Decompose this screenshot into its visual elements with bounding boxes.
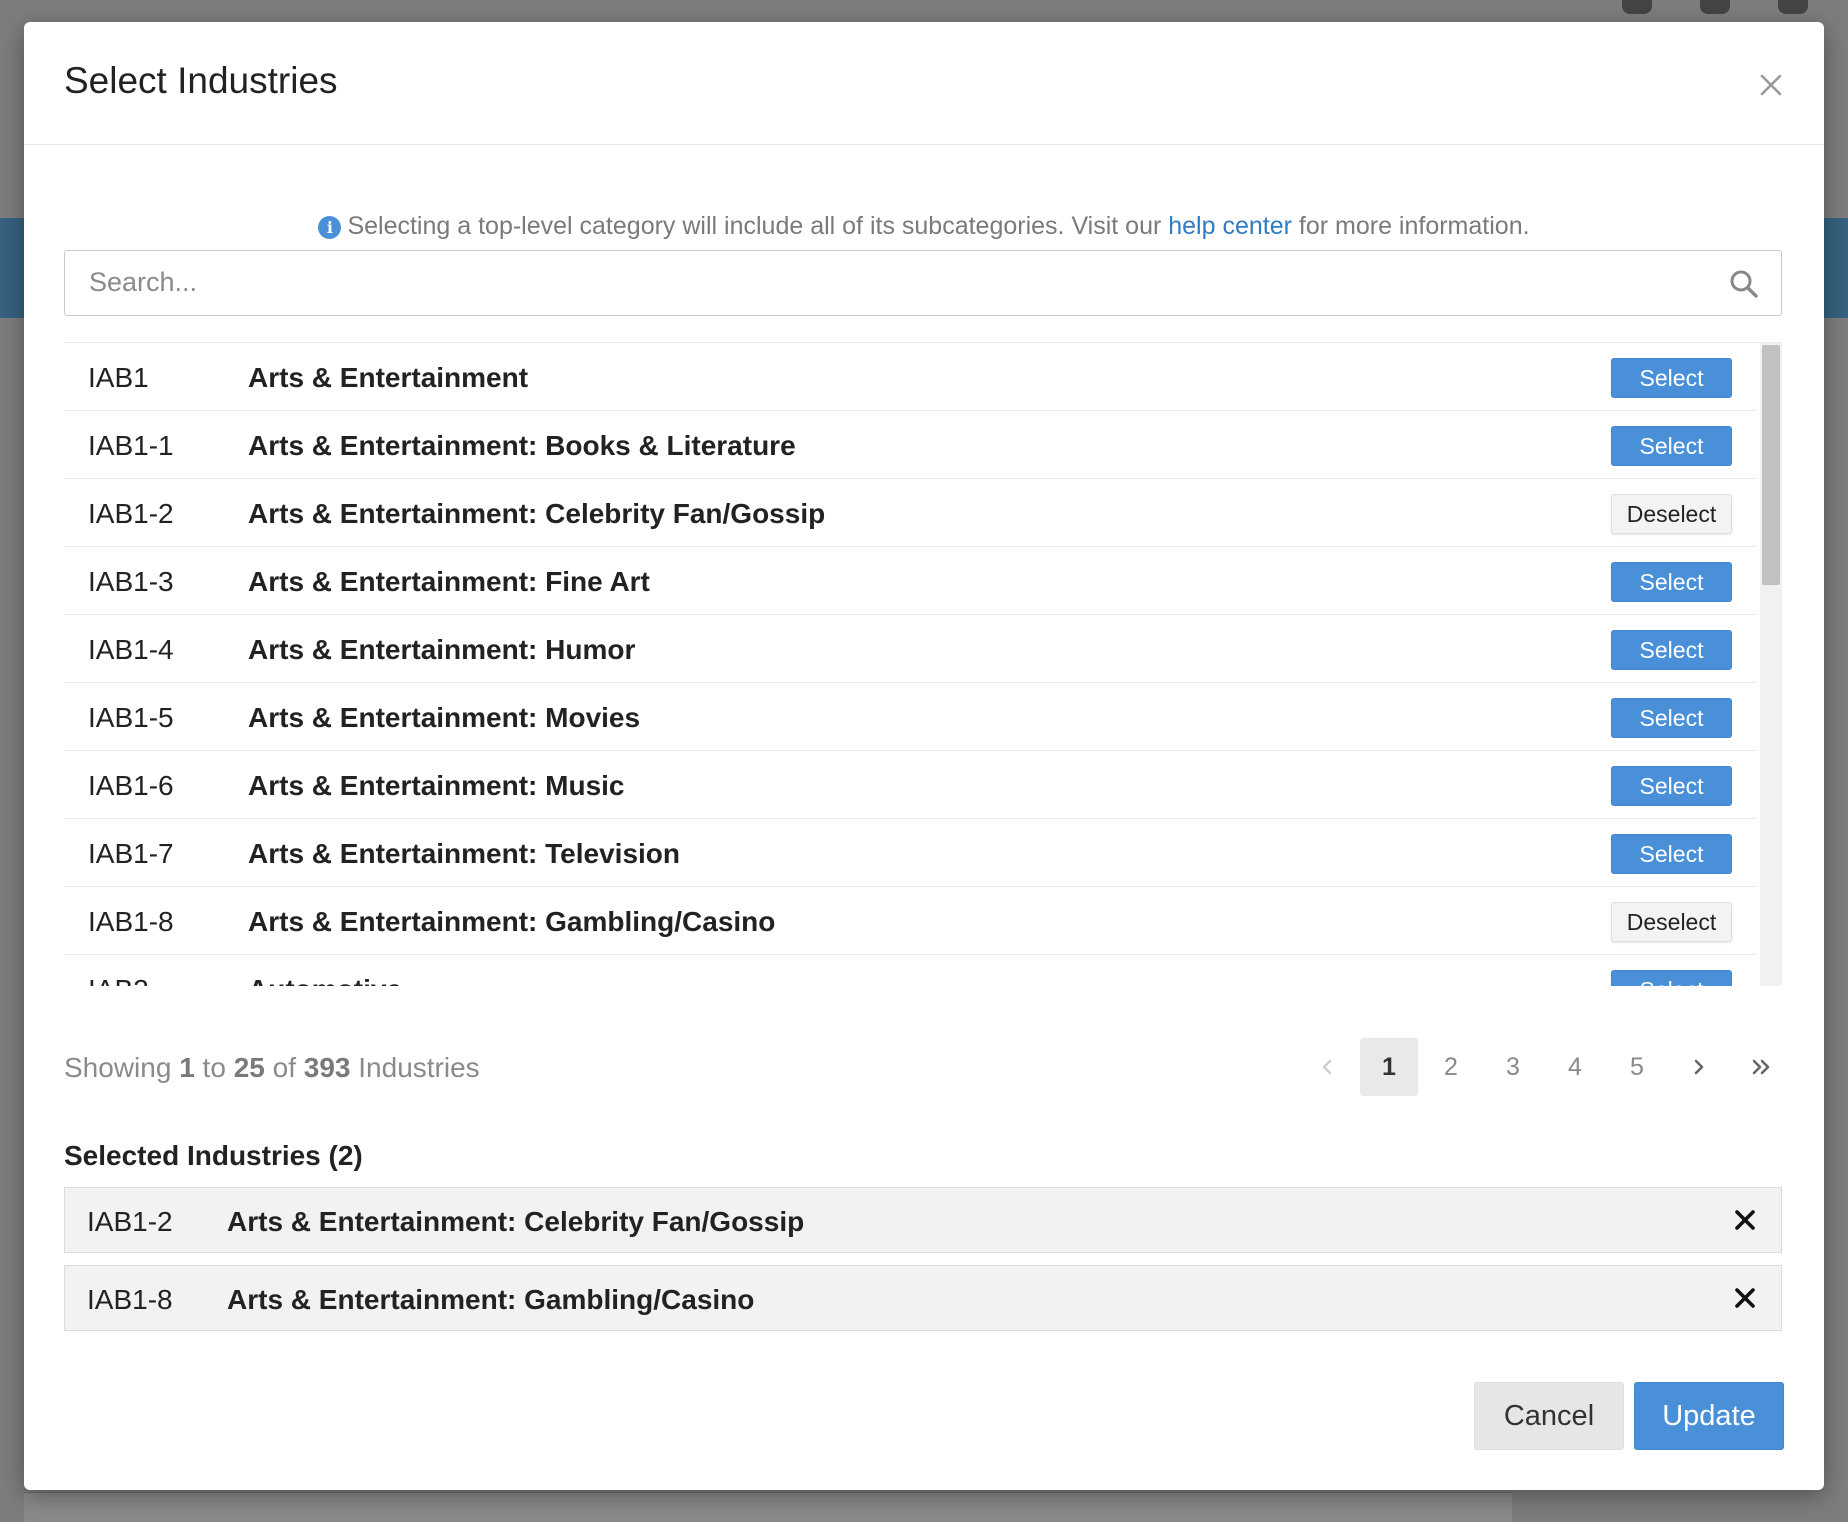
pagination-prev[interactable] <box>1298 1038 1356 1096</box>
table-row: IAB1-6 Arts & Entertainment: Music Selec… <box>64 751 1756 819</box>
showing-to-word: to <box>194 1052 234 1083</box>
pagination-page-5[interactable]: 5 <box>1608 1038 1666 1096</box>
pagination-page-2[interactable]: 2 <box>1422 1038 1480 1096</box>
industry-name: Arts & Entertainment: Music <box>248 770 625 801</box>
industry-code: IAB1-2 <box>88 498 174 529</box>
chevron-left-icon <box>1322 1059 1332 1075</box>
table-row: IAB1-2 Arts & Entertainment: Celebrity F… <box>64 479 1756 547</box>
industry-code: IAB1-6 <box>88 770 174 801</box>
industry-name: Arts & Entertainment: Gambling/Casino <box>248 906 776 937</box>
pagination-page-1[interactable]: 1 <box>1360 1038 1418 1096</box>
search-box <box>64 250 1782 316</box>
industry-code: IAB1 <box>88 362 149 393</box>
industry-name: Arts & Entertainment: Humor <box>248 634 636 665</box>
table-row: IAB1-3 Arts & Entertainment: Fine Art Se… <box>64 547 1756 615</box>
cancel-button[interactable]: Cancel <box>1474 1382 1624 1450</box>
pagination-page-4[interactable]: 4 <box>1546 1038 1604 1096</box>
table-row: IAB2 Automotive Select <box>64 955 1756 986</box>
selected-item: IAB1-8 Arts & Entertainment: Gambling/Ca… <box>64 1265 1782 1331</box>
search-icon[interactable] <box>1729 269 1759 299</box>
info-icon: i <box>318 216 342 239</box>
selected-code: IAB1-8 <box>87 1284 173 1315</box>
table-row: IAB1 Arts & Entertainment Select <box>64 343 1756 411</box>
pagination-next[interactable] <box>1670 1038 1728 1096</box>
chevron-right-icon <box>1694 1059 1704 1075</box>
showing-prefix: Showing <box>64 1052 180 1083</box>
industry-name: Arts & Entertainment: Television <box>248 838 681 869</box>
selected-code: IAB1-2 <box>87 1206 173 1237</box>
deselect-button[interactable]: Deselect <box>1611 494 1732 534</box>
table-row: IAB1-5 Arts & Entertainment: Movies Sele… <box>64 683 1756 751</box>
industry-code: IAB1-3 <box>88 566 174 597</box>
selected-item: IAB1-2 Arts & Entertainment: Celebrity F… <box>64 1187 1782 1253</box>
select-button[interactable]: Select <box>1611 834 1732 874</box>
industry-code: IAB1-8 <box>88 906 174 937</box>
industry-code: IAB2 <box>88 974 149 986</box>
industry-name: Arts & Entertainment <box>248 362 529 393</box>
selected-name: Arts & Entertainment: Celebrity Fan/Goss… <box>227 1206 805 1237</box>
showing-total: 393 <box>303 1052 351 1083</box>
selected-industries-title: Selected Industries (2) <box>64 1140 363 1171</box>
industry-code: IAB1-5 <box>88 702 174 733</box>
industry-rows: IAB1 Arts & Entertainment Select IAB1-1 … <box>64 343 1756 986</box>
info-message: i Selecting a top-level category will inc… <box>24 212 1824 241</box>
background-top-icons <box>1622 0 1808 14</box>
help-center-link[interactable]: help center <box>1168 212 1292 240</box>
background-banner-right <box>1824 218 1848 318</box>
table-row: IAB1-7 Arts & Entertainment: Television … <box>64 819 1756 887</box>
table-row: IAB1-4 Arts & Entertainment: Humor Selec… <box>64 615 1756 683</box>
industry-name: Arts & Entertainment: Fine Art <box>248 566 650 597</box>
scrollbar-thumb[interactable] <box>1762 345 1780 585</box>
remove-icon[interactable] <box>1731 1284 1759 1312</box>
showing-suffix: Industries <box>350 1052 480 1083</box>
industry-code: IAB1-4 <box>88 634 174 665</box>
close-icon <box>1760 74 1782 96</box>
update-button[interactable]: Update <box>1634 1382 1784 1450</box>
pagination-page-3[interactable]: 3 <box>1484 1038 1542 1096</box>
select-button[interactable]: Select <box>1611 630 1732 670</box>
close-button[interactable] <box>1754 68 1788 102</box>
table-row: IAB1-1 Arts & Entertainment: Books & Lit… <box>64 411 1756 479</box>
deselect-button[interactable]: Deselect <box>1611 902 1732 942</box>
pagination-last[interactable] <box>1732 1038 1790 1096</box>
select-button[interactable]: Select <box>1611 766 1732 806</box>
select-button[interactable]: Select <box>1611 698 1732 738</box>
industry-name: Arts & Entertainment: Movies <box>248 702 641 733</box>
info-text: Selecting a top-level category will incl… <box>347 212 1169 240</box>
industry-name: Arts & Entertainment: Books & Literature <box>248 430 796 461</box>
select-button[interactable]: Select <box>1611 426 1732 466</box>
list-scrollbar[interactable] <box>1760 343 1782 986</box>
industry-code: IAB1-7 <box>88 838 174 869</box>
industry-name: Arts & Entertainment: Celebrity Fan/Goss… <box>248 498 826 529</box>
industry-list[interactable]: IAB1 Arts & Entertainment Select IAB1-1 … <box>64 342 1782 986</box>
select-button[interactable]: Select <box>1611 562 1732 602</box>
industry-code: IAB1-1 <box>88 430 174 461</box>
remove-icon[interactable] <box>1731 1206 1759 1234</box>
industry-name: Automotive <box>248 974 402 986</box>
selected-name: Arts & Entertainment: Gambling/Casino <box>227 1284 755 1315</box>
results-count: Showing 1 to 25 of 393 Industries <box>64 1052 480 1084</box>
info-suffix: for more information. <box>1291 212 1530 240</box>
background-footer <box>24 1492 1512 1522</box>
table-row: IAB1-8 Arts & Entertainment: Gambling/Ca… <box>64 887 1756 955</box>
modal-title: Select Industries <box>64 60 338 101</box>
showing-to: 25 <box>233 1052 265 1083</box>
showing-from: 1 <box>179 1052 195 1083</box>
select-button[interactable]: Select <box>1611 358 1732 398</box>
select-industries-modal: Select Industries i Selecting a top-level… <box>24 22 1824 1490</box>
pagination: 1 2 3 4 5 <box>1294 1038 1790 1096</box>
modal-header: Select Industries <box>24 22 1824 145</box>
search-input[interactable] <box>65 251 1705 314</box>
showing-of-word: of <box>264 1052 304 1083</box>
select-button[interactable]: Select <box>1611 970 1732 986</box>
double-chevron-right-icon <box>1752 1059 1770 1075</box>
